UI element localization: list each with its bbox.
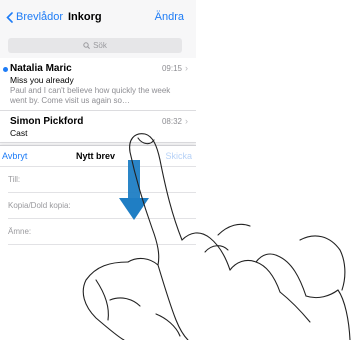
- hand-gesture-icon: [82, 133, 351, 340]
